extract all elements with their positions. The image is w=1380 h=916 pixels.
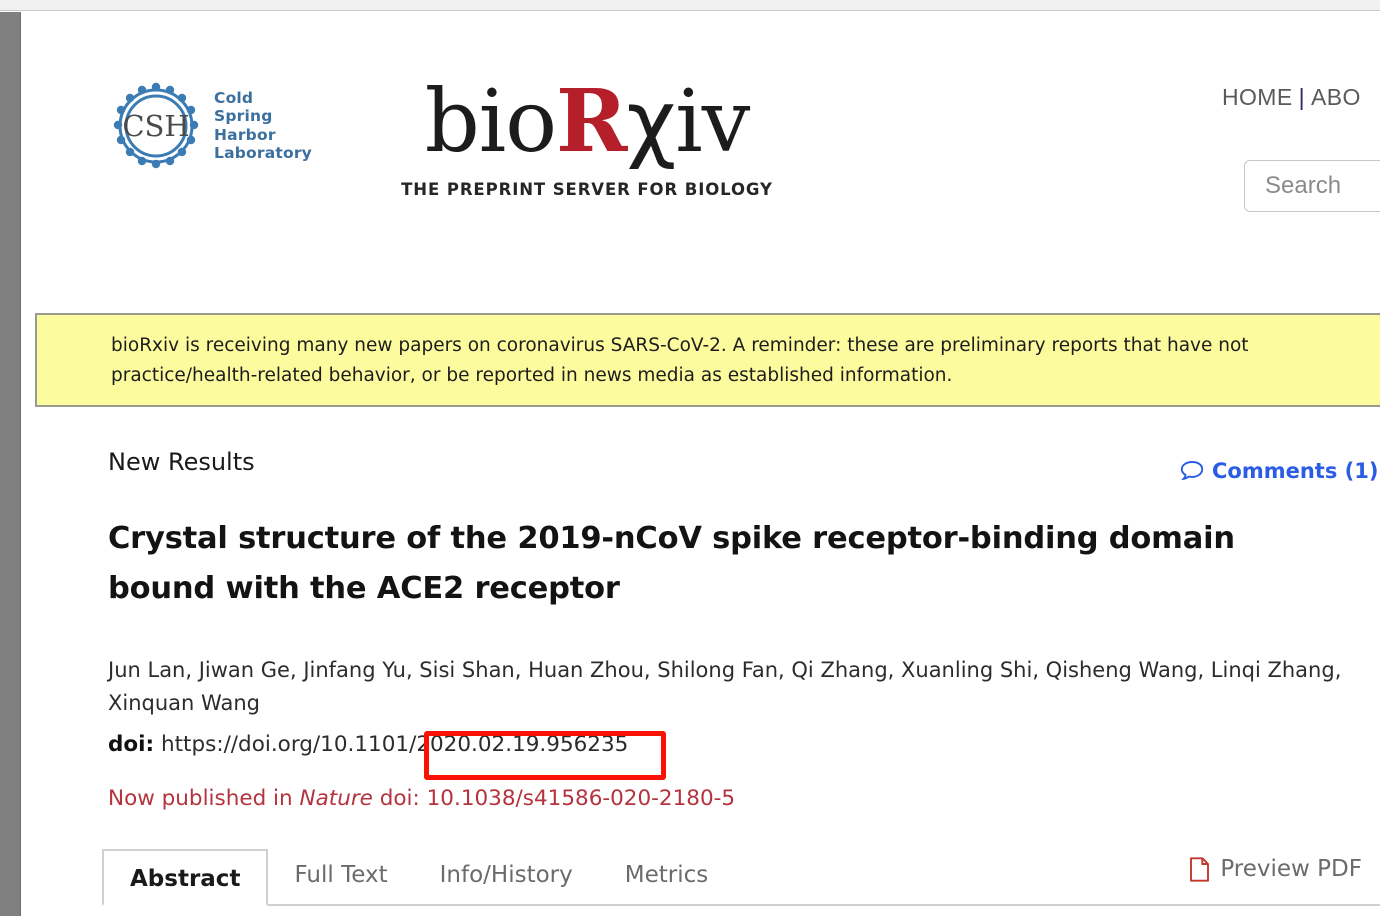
doi-spacer [154,732,161,757]
browser-top-strip [0,0,1380,11]
browser-left-gutter [0,12,21,916]
doi-line: doi: https://doi.org/10.1101/2020.02.19.… [108,732,628,757]
tab-list: Abstract Full Text Info/History Metrics [102,844,1380,906]
csh-line-4: Laboratory [214,144,312,162]
search-box[interactable] [1244,160,1380,212]
alert-line-2: practice/health-related behavior, or be … [111,365,953,386]
comments-link[interactable]: Comments (1) [1180,459,1378,483]
csh-line-2: Spring [214,107,273,125]
published-prefix: Now published in [108,786,293,811]
search-input[interactable] [1263,171,1380,201]
pdf-document-icon [1189,856,1210,882]
csh-line-1: Cold [214,88,254,107]
tab-full-text[interactable]: Full Text [268,847,413,904]
tab-abstract[interactable]: Abstract [102,849,269,906]
biorxiv-logo[interactable]: bioRχiv THE PREPRINT SERVER FOR BIOLOGY [377,71,797,200]
page-title: Crystal structure of the 2019-nCoV spike… [108,521,1235,606]
page-content: CSH Cold Spring Harbor Laboratory bioRχi… [22,12,1380,916]
brand-accent-r: R [556,71,627,172]
biorxiv-wordmark: bioRχiv [377,71,797,172]
nav-about-link[interactable]: ABO [1311,84,1361,110]
brand-prefix: bio [424,72,557,172]
biorxiv-tagline: THE PREPRINT SERVER FOR BIOLOGY [401,180,773,199]
author-list: Jun Lan, Jiwan Ge, Jinfang Yu, Sisi Shan… [108,658,1342,715]
alert-line-1: bioRxiv is receiving many new papers on … [111,335,1249,356]
top-navigation: HOME | ABO [1222,84,1361,111]
comments-label: Comments (1) [1212,459,1379,483]
published-journal: Nature [299,786,373,811]
preview-pdf-link[interactable]: Preview PDF [1189,856,1362,882]
result-type-label: New Results [108,448,255,476]
site-masthead: CSH Cold Spring Harbor Laboratory bioRχi… [22,12,1380,291]
coronavirus-alert-banner: bioRxiv is receiving many new papers on … [35,313,1380,407]
result-row: New Results Comments (1) [22,404,1380,483]
preview-pdf-label: Preview PDF [1220,856,1362,882]
doi-prefix[interactable]: https://doi.org/10.1101/ [161,732,416,757]
article-tab-bar: Abstract Full Text Info/History Metrics … [102,844,1380,906]
csh-circle-icon: CSH [108,80,204,172]
brand-chi: χ [626,72,677,172]
doi-suffix[interactable]: 2020.02.19.956235 [416,732,628,757]
tab-info-history[interactable]: Info/History [414,847,599,904]
article-header: New Results Comments (1) Crystal structu… [22,404,1380,906]
cold-spring-harbor-logo[interactable]: CSH Cold Spring Harbor Laboratory [108,78,338,173]
svg-text:CSH: CSH [122,109,189,143]
browser-viewport: CSH Cold Spring Harbor Laboratory bioRχi… [0,0,1380,916]
csh-line-3: Harbor [214,125,276,144]
csh-wordmark: Cold Spring Harbor Laboratory [214,89,312,163]
nav-separator: | [1298,84,1305,110]
comment-bubble-icon [1180,460,1204,482]
brand-suffix: iv [675,72,750,172]
doi-label: doi: [108,732,155,757]
published-doi-label: doi: [379,786,420,811]
published-doi-value[interactable]: 10.1038/s41586-020-2180-5 [427,786,735,811]
tab-metrics[interactable]: Metrics [599,847,735,904]
published-notice: Now published in Nature doi: 10.1038/s41… [108,786,735,811]
nav-home-link[interactable]: HOME [1222,84,1293,110]
